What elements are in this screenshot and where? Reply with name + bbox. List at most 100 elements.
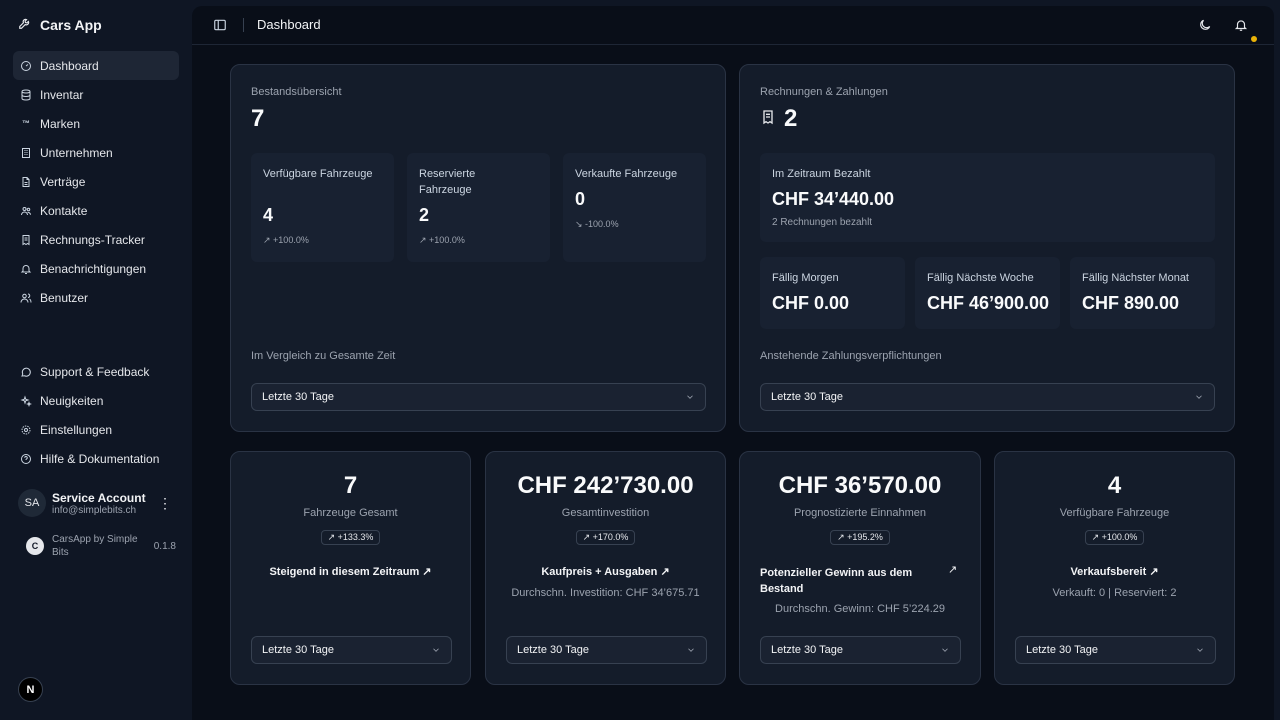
due-next-month: Fällig Nächster Monat CHF 890.00 xyxy=(1070,257,1215,329)
stat-trend: ↘ -100.0% xyxy=(575,219,619,229)
stat-value: CHF 0.00 xyxy=(772,293,850,313)
sidebar-item-kontakte[interactable]: Kontakte xyxy=(13,196,179,225)
product-version: 0.1.8 xyxy=(153,540,176,552)
kpi-value: 4 xyxy=(1107,472,1122,499)
trend-up-icon: ↗ xyxy=(948,564,958,576)
kpi-headline: Kaufpreis + Ausgaben ↗ xyxy=(541,566,670,578)
sidebar-item-label: Verträge xyxy=(40,174,86,189)
sidebar-item-label: Neuigkeiten xyxy=(40,393,104,408)
trend-up-icon: ↗ xyxy=(419,235,430,245)
kpi-card-vehicles-total: 7 Fahrzeuge Gesamt ↗ +133.3% Steigend in… xyxy=(230,451,471,685)
stat-sub: 2 Rechnungen bezahlt xyxy=(772,217,873,228)
stat-label: Verfügbare Fahrzeuge xyxy=(263,168,373,180)
main-nav: Dashboard Inventar ™ Marken Unternehmen … xyxy=(13,51,179,312)
chevron-down-icon xyxy=(1195,645,1205,655)
trend-up-icon: ↗ xyxy=(263,235,274,245)
sidebar-item-benachrichtigungen[interactable]: Benachrichtigungen xyxy=(13,254,179,283)
card-title: Rechnungen & Zahlungen xyxy=(760,86,888,98)
chevron-down-icon xyxy=(686,645,696,655)
framework-logo[interactable]: N xyxy=(18,677,43,702)
trend-up-icon: ↗ xyxy=(837,532,848,542)
kpi-label: Verfügbare Fahrzeuge xyxy=(1059,507,1170,519)
sidebar-item-label: Inventar xyxy=(40,87,84,102)
sidebar-item-vertraege[interactable]: Verträge xyxy=(13,167,179,196)
sidebar-item-einstellungen[interactable]: Einstellungen xyxy=(13,415,179,444)
kpi-label: Fahrzeuge Gesamt xyxy=(303,507,398,519)
trend-up-icon: ↗ xyxy=(660,566,670,578)
sidebar-item-label: Marken xyxy=(40,116,81,131)
sidebar-item-inventar[interactable]: Inventar xyxy=(13,80,179,109)
kpi-label: Gesamtinvestition xyxy=(561,507,650,519)
stat-trend: ↗ +100.0% xyxy=(419,235,465,245)
stat-sold: Verkaufte Fahrzeuge 0 ↘ -100.0% xyxy=(563,153,706,262)
chevron-down-icon xyxy=(940,645,950,655)
sparkles-icon xyxy=(20,394,32,407)
period-select[interactable]: Letzte 30 Tage xyxy=(1015,636,1216,664)
dashboard-icon xyxy=(20,60,32,72)
stat-value: CHF 34’440.00 xyxy=(772,189,895,209)
account-menu[interactable]: SA Service Account info@simplebits.ch ⋮ xyxy=(18,488,178,518)
more-vertical-icon[interactable]: ⋮ xyxy=(158,495,172,512)
account-name: Service Account xyxy=(52,490,146,505)
trend-badge: ↗ +100.0% xyxy=(1084,530,1145,545)
sidebar: Cars App Dashboard Inventar ™ Marken Unt… xyxy=(0,0,192,720)
product-info: C CarsApp by Simple Bits 0.1.8 xyxy=(26,533,176,559)
trademark-icon: ™ xyxy=(22,119,30,128)
pending-label: Anstehende Zahlungsverpflichtungen xyxy=(760,350,942,362)
trend-up-icon: ↗ xyxy=(1091,532,1102,542)
sidebar-item-rechnungs-tracker[interactable]: Rechnungs-Tracker xyxy=(13,225,179,254)
sidebar-item-benutzer[interactable]: Benutzer xyxy=(13,283,179,312)
select-value: Letzte 30 Tage xyxy=(262,644,334,656)
sidebar-item-hilfe[interactable]: Hilfe & Dokumentation xyxy=(13,444,179,473)
stat-value: CHF 890.00 xyxy=(1082,293,1180,313)
period-select[interactable]: Letzte 30 Tage xyxy=(251,383,706,411)
app-name: Cars App xyxy=(40,16,102,33)
bell-icon[interactable] xyxy=(1234,18,1248,32)
kpi-headline: Verkaufsbereit ↗ xyxy=(1070,566,1159,578)
chat-icon xyxy=(20,366,32,378)
period-select[interactable]: Letzte 30 Tage xyxy=(251,636,452,664)
stat-label: Im Zeitraum Bezahlt xyxy=(772,168,871,180)
moon-icon[interactable] xyxy=(1198,18,1212,32)
kpi-card-investment: CHF 242’730.00 Gesamtinvestition ↗ +170.… xyxy=(485,451,726,685)
period-select[interactable]: Letzte 30 Tage xyxy=(506,636,707,664)
sidebar-item-label: Benutzer xyxy=(40,290,89,305)
sidebar-item-dashboard[interactable]: Dashboard xyxy=(13,51,179,80)
trend-down-icon: ↘ xyxy=(575,219,586,229)
contacts-icon xyxy=(20,205,32,217)
sidebar-toggle-icon[interactable] xyxy=(213,18,227,32)
app-brand[interactable]: Cars App xyxy=(18,16,102,33)
period-select[interactable]: Letzte 30 Tage xyxy=(760,383,1215,411)
select-value: Letzte 30 Tage xyxy=(771,644,843,656)
kpi-headline: Potenzieller Gewinn aus dem Bestand xyxy=(760,567,913,595)
period-select[interactable]: Letzte 30 Tage xyxy=(760,636,961,664)
chevron-down-icon xyxy=(431,645,441,655)
users-icon xyxy=(20,292,32,304)
kpi-card-projected-income: CHF 36’570.00 Prognostizierte Einnahmen … xyxy=(739,451,981,685)
sidebar-item-support[interactable]: Support & Feedback xyxy=(13,357,179,386)
sidebar-item-neuigkeiten[interactable]: Neuigkeiten xyxy=(13,386,179,415)
sidebar-item-label: Kontakte xyxy=(40,203,88,218)
sidebar-item-label: Rechnungs-Tracker xyxy=(40,232,145,247)
kpi-card-available-vehicles: 4 Verfügbare Fahrzeuge ↗ +100.0% Verkauf… xyxy=(994,451,1235,685)
sidebar-item-label: Unternehmen xyxy=(40,145,113,160)
paid-stat: Im Zeitraum Bezahlt CHF 34’440.00 2 Rech… xyxy=(760,153,1215,242)
gear-icon xyxy=(20,424,32,436)
stat-value: 0 xyxy=(575,189,586,209)
sidebar-item-unternehmen[interactable]: Unternehmen xyxy=(13,138,179,167)
sidebar-item-label: Support & Feedback xyxy=(40,364,150,379)
chevron-down-icon xyxy=(1194,392,1204,402)
trend-badge: ↗ +133.3% xyxy=(320,530,381,545)
notification-dot xyxy=(1251,36,1257,42)
stat-label: Fällig Nächster Monat xyxy=(1082,272,1189,284)
top-bar: Dashboard xyxy=(192,6,1274,45)
receipt-icon xyxy=(760,109,776,130)
trend-up-icon: ↗ xyxy=(1149,566,1159,578)
sidebar-item-marken[interactable]: ™ Marken xyxy=(13,109,179,138)
account-email: info@simplebits.ch xyxy=(52,504,137,516)
help-icon xyxy=(20,453,32,465)
stat-value: 4 xyxy=(263,205,274,225)
wrench-icon xyxy=(18,16,32,33)
kpi-sub: Durchschn. Investition: CHF 34’675.71 xyxy=(511,587,700,599)
trend-badge: ↗ +195.2% xyxy=(830,530,890,545)
